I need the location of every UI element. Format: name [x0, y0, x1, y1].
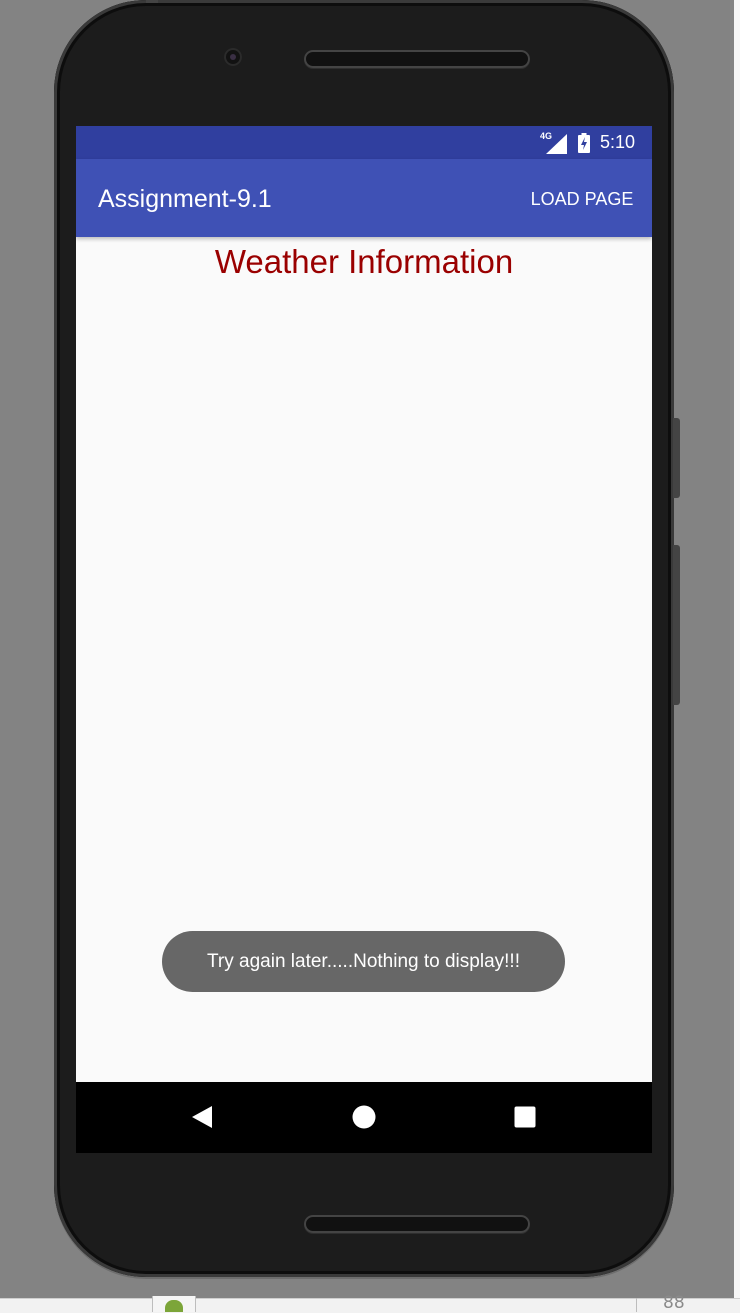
- android-icon: [165, 1300, 183, 1312]
- back-triangle-icon[interactable]: [184, 1099, 220, 1135]
- status-bar: 4G 5:10: [76, 126, 652, 159]
- power-button[interactable]: [673, 418, 680, 498]
- device-screen: 4G 5:10 Assignment-9.1 LOAD PAGE Weather…: [76, 126, 652, 1153]
- volume-rocker[interactable]: [673, 545, 680, 705]
- recents-square-icon[interactable]: [507, 1099, 543, 1135]
- toast-message: Try again later.....Nothing to display!!…: [162, 931, 565, 992]
- battery-charging-icon: [578, 133, 590, 153]
- phone-top-cap: [146, 0, 158, 3]
- editor-strip: [0, 1298, 740, 1313]
- status-time: 5:10: [600, 132, 636, 152]
- editor-divider: [636, 1298, 637, 1312]
- window-edge: [734, 0, 740, 1298]
- load-page-button[interactable]: LOAD PAGE: [522, 179, 642, 219]
- navigation-bar: [76, 1082, 652, 1153]
- app-title: Assignment-9.1: [98, 185, 272, 213]
- front-camera: [224, 48, 242, 66]
- android-icon-tab[interactable]: [152, 1296, 196, 1312]
- bottom-speaker: [304, 1215, 530, 1233]
- app-toolbar: Assignment-9.1 LOAD PAGE: [76, 159, 652, 237]
- line-number: 88: [663, 1293, 685, 1313]
- weather-heading: Weather Information: [214, 243, 514, 280]
- top-speaker: [304, 50, 530, 68]
- home-circle-icon[interactable]: [346, 1099, 382, 1135]
- cellular-signal-icon: [546, 134, 567, 154]
